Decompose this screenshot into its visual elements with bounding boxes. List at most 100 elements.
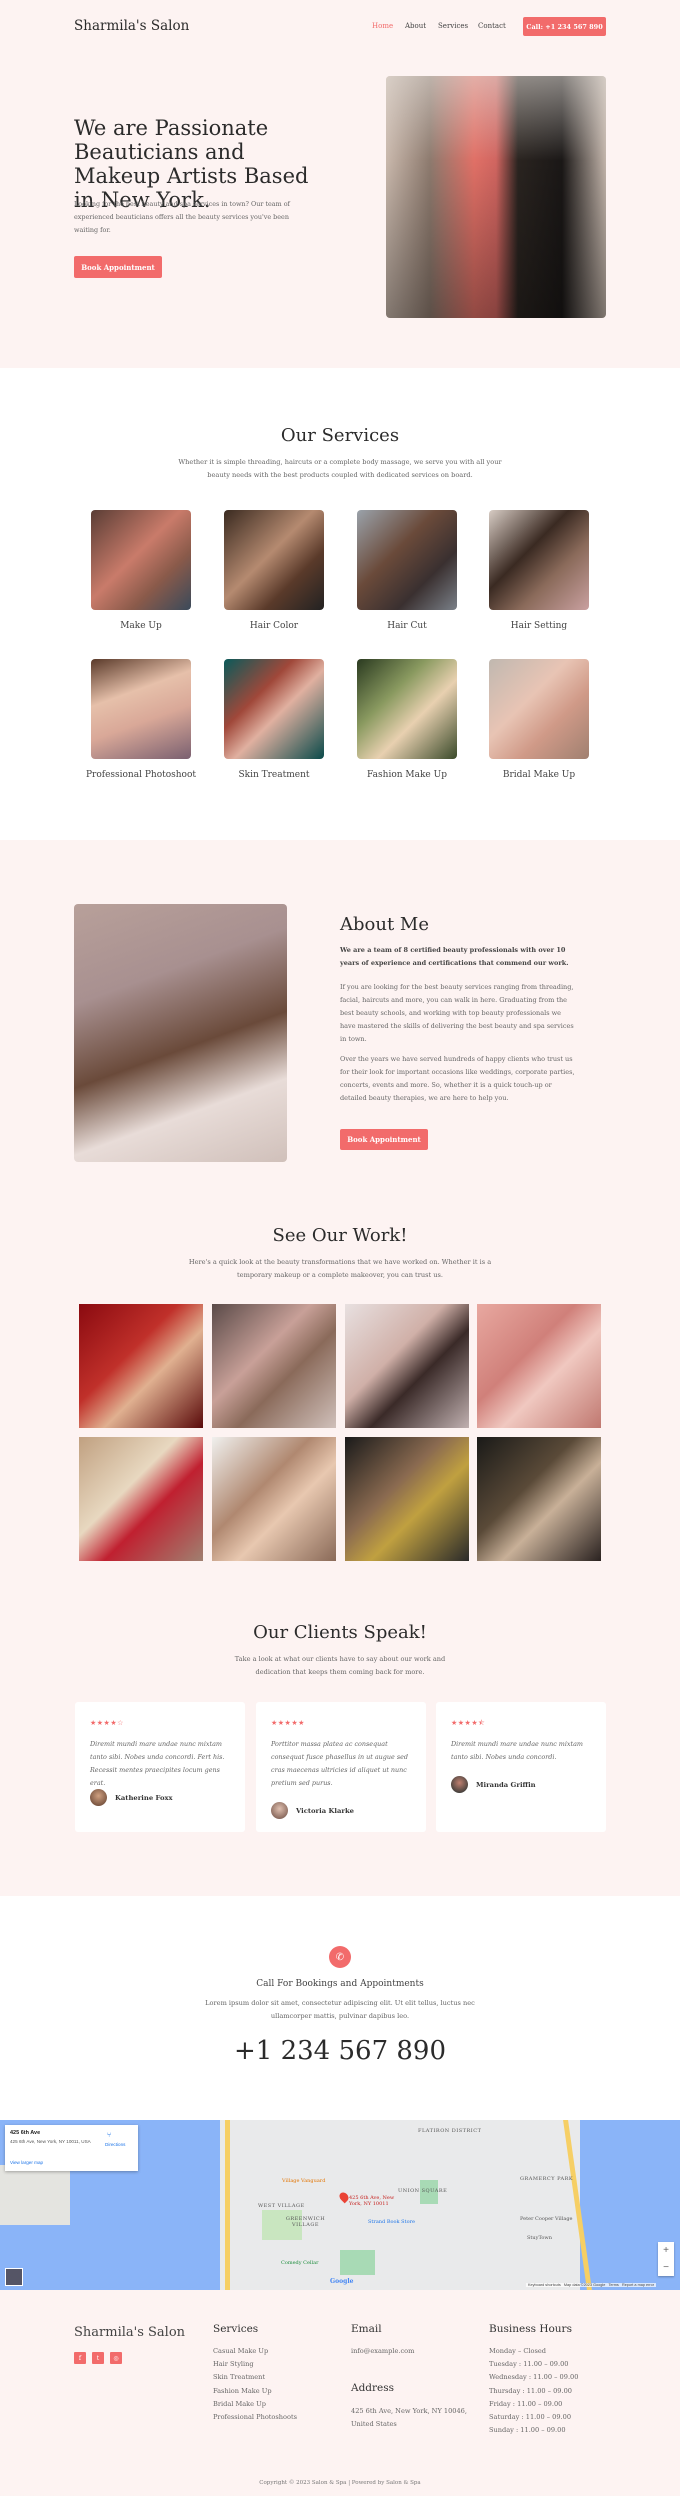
service-label: Hair Cut [387, 621, 427, 631]
testimonial-quote: Diremit mundi mare undae nunc mixtam tan… [451, 1740, 583, 1761]
service-image [489, 510, 589, 610]
nav-contact[interactable]: Contact [478, 22, 506, 30]
site-logo[interactable]: Sharmila's Salon [74, 18, 189, 34]
services-subtitle: Whether it is simple threading, haircuts… [0, 456, 680, 482]
avatar [90, 1789, 107, 1806]
hero-book-button[interactable]: Book Appointment [74, 256, 162, 278]
testimonial-quote: Porttitor massa platea ac consequat cons… [271, 1740, 408, 1787]
hours-row: Wednesday : 11.00 – 09.00 [489, 2373, 579, 2382]
gallery-image[interactable] [477, 1437, 601, 1561]
footer-service-link[interactable]: Casual Make Up [213, 2345, 297, 2358]
hero-text: Looking for the best beauty and spa serv… [74, 200, 290, 234]
service-label: Make Up [120, 621, 162, 631]
map-label: FLATIRON DISTRICT [418, 2128, 482, 2134]
nav-home[interactable]: Home [372, 22, 393, 30]
services-title: Our Services [280, 425, 400, 446]
client-name: Miranda Griffin [476, 1781, 536, 1789]
services-subtitle-line1: Whether it is simple threading, haircuts… [178, 458, 502, 466]
zoom-in-button[interactable]: + [658, 2242, 674, 2259]
terms-link[interactable]: Terms [608, 2283, 618, 2287]
footer-service-link[interactable]: Professional Photoshoots [213, 2411, 297, 2424]
contact-text-line1: Lorem ipsum dolor sit amet, consectetur … [205, 1999, 475, 2007]
footer-service-link[interactable]: Bridal Make Up [213, 2398, 297, 2411]
service-image [91, 510, 191, 610]
rating-stars: ★★★★⯪ [451, 1719, 486, 1727]
about-section: About Me We are a team of 8 certified be… [0, 840, 680, 1200]
service-image [357, 510, 457, 610]
footer: Sharmila's Salon f t ◎ Services Casual M… [0, 2290, 680, 2496]
gallery-image[interactable] [79, 1437, 203, 1561]
service-image [224, 510, 324, 610]
service-label: Skin Treatment [238, 770, 310, 780]
testimonial-card: ★★★★★ Porttitor massa platea ac consequa… [256, 1702, 426, 1832]
map-label: UNION SQUARE [398, 2188, 448, 2194]
client-name: Victoria Klarke [296, 1807, 354, 1815]
footer-address-line1: 425 6th Ave, New York, NY 10046, [351, 2407, 467, 2415]
gallery-image[interactable] [212, 1304, 336, 1428]
service-item[interactable]: Professional Photoshoot [86, 659, 196, 780]
map-label: GRAMERCY PARK [520, 2176, 574, 2182]
keyboard-shortcuts-link[interactable]: Keyboard shortcuts [528, 2283, 561, 2287]
facebook-icon[interactable]: f [74, 2352, 86, 2364]
nav-about[interactable]: About [405, 22, 426, 30]
nav-services[interactable]: Services [438, 22, 468, 30]
rating-stars: ★★★★☆ [90, 1719, 124, 1727]
service-item[interactable]: Skin Treatment [224, 659, 324, 780]
map-label: Peter Cooper Village [520, 2216, 573, 2222]
gallery-image[interactable] [345, 1437, 469, 1561]
service-item[interactable]: Bridal Make Up [489, 659, 589, 780]
work-title: See Our Work! [272, 1225, 408, 1246]
map-label: GREENWICH VILLAGE [285, 2216, 326, 2228]
client-name: Katherine Foxx [115, 1794, 173, 1802]
footer-service-link[interactable]: Fashion Make Up [213, 2385, 297, 2398]
map-zoom-controls: + − [658, 2242, 674, 2276]
hours-row: Saturday : 11.00 – 09.00 [489, 2413, 572, 2422]
service-item[interactable]: Hair Cut [357, 510, 457, 631]
about-book-button[interactable]: Book Appointment [340, 1129, 428, 1150]
gallery-image[interactable] [345, 1304, 469, 1428]
contact-text: Lorem ipsum dolor sit amet, consectetur … [0, 1997, 680, 2023]
service-item[interactable]: Hair Setting [489, 510, 589, 631]
phone-icon: ✆ [329, 1946, 351, 1968]
map-place-title: 425 6th Ave [10, 2130, 41, 2136]
contact-heading: Call For Bookings and Appointments [256, 1979, 424, 1989]
service-label: Fashion Make Up [367, 770, 447, 780]
work-subtitle-line2: temporary makeup or a complete makeover,… [237, 1271, 443, 1279]
about-paragraph-2: Over the years we have served hundreds o… [340, 1055, 575, 1102]
footer-hours-list: Monday – Closed Tuesday : 11.00 – 09.00 … [489, 2345, 578, 2437]
map-satellite-toggle[interactable] [5, 2268, 23, 2286]
map-pin-label: 425 6th Ave, New York, NY 10011 [349, 2195, 395, 2207]
service-item[interactable]: Fashion Make Up [357, 659, 457, 780]
map-land-hoboken [0, 2165, 70, 2225]
service-image [224, 659, 324, 759]
call-button[interactable]: Call: +1 234 567 890 [523, 17, 606, 36]
twitter-icon[interactable]: t [92, 2352, 104, 2364]
service-label: Bridal Make Up [502, 770, 576, 780]
footer-service-link[interactable]: Hair Styling [213, 2358, 297, 2371]
service-item[interactable]: Hair Color [224, 510, 324, 631]
footer-logo[interactable]: Sharmila's Salon [74, 2325, 185, 2340]
map-embed[interactable]: 425 6th Ave, New York, NY 10011 FLATIRON… [0, 2120, 680, 2290]
directions-icon[interactable]: ⑂ [107, 2131, 111, 2139]
directions-link[interactable]: Directions [105, 2142, 125, 2147]
gallery-image[interactable] [477, 1304, 601, 1428]
gallery-image[interactable] [212, 1437, 336, 1561]
zoom-out-button[interactable]: − [658, 2259, 674, 2276]
map-attribution: Keyboard shortcuts Map data ©2023 Google… [526, 2283, 657, 2287]
testimonials-subtitle-line1: Take a look at what our clients have to … [234, 1655, 446, 1663]
gallery-image[interactable] [79, 1304, 203, 1428]
report-error-link[interactable]: Report a map error [622, 2283, 654, 2287]
footer-address-title: Address [351, 2382, 395, 2394]
about-lead: We are a team of 8 certified beauty prof… [340, 946, 569, 967]
instagram-icon[interactable]: ◎ [110, 2352, 122, 2364]
testimonials-subtitle-line2: dedication that keeps them coming back f… [255, 1668, 425, 1676]
avatar [271, 1802, 288, 1819]
footer-email[interactable]: info@example.com [351, 2345, 414, 2358]
map-label: StuyTown [527, 2235, 552, 2241]
work-subtitle: Here's a quick look at the beauty transf… [0, 1256, 680, 1282]
contact-phone[interactable]: +1 234 567 890 [0, 2036, 680, 2066]
footer-service-link[interactable]: Skin Treatment [213, 2371, 297, 2384]
view-larger-map-link[interactable]: View larger map [10, 2160, 43, 2165]
service-item[interactable]: Make Up [91, 510, 191, 631]
google-logo: Google [330, 2278, 354, 2285]
